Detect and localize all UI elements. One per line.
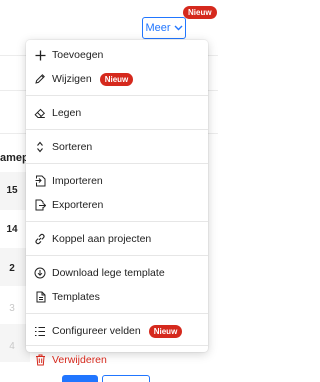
menu-item-label: Toevoegen [52,49,104,61]
menu-item-label: Importeren [52,175,103,187]
trash-icon [34,354,46,366]
more-dropdown-menu: Toevoegen Wijzigen Nieuw Legen Sorteren … [26,40,208,366]
import-icon [34,175,46,187]
menu-item-label: Verwijderen [52,354,107,366]
menu-item-download-lege-template[interactable]: Download lege template [26,263,208,283]
menu-divider [26,313,208,314]
link-icon [34,233,46,245]
menu-item-label: Download lege template [52,267,165,279]
export-icon [34,199,46,211]
menu-divider [26,345,208,346]
menu-item-exporteren[interactable]: Exporteren [26,195,208,215]
menu-item-label: Wijzigen [52,73,92,85]
menu-item-label: Sorteren [52,141,93,153]
menu-divider [26,163,208,164]
meer-label: Meer [145,22,171,34]
menu-item-configureer-velden[interactable]: Configureer velden Nieuw [26,321,208,341]
menu-item-wijzigen[interactable]: Wijzigen Nieuw [26,69,208,89]
new-badge: Nieuw [99,72,134,86]
new-badge: Nieuw [148,324,183,338]
menu-item-templates[interactable]: Templates [26,287,208,307]
chevron-down-icon [174,25,183,31]
plus-icon [34,49,46,61]
list-config-icon [34,325,46,337]
menu-divider [26,255,208,256]
table-cell: 14 [6,224,18,235]
menu-item-label: Configureer velden [52,325,141,337]
pencil-icon [34,73,46,85]
menu-item-importeren[interactable]: Importeren [26,171,208,191]
menu-item-legen[interactable]: Legen [26,103,208,123]
menu-item-label: Legen [52,107,82,119]
menu-item-verwijderen[interactable]: Verwijderen [26,350,208,370]
menu-divider [26,95,208,96]
menu-item-label: Exporteren [52,199,104,211]
menu-item-toevoegen[interactable]: Toevoegen [26,45,208,65]
primary-action-button[interactable] [62,375,98,382]
secondary-action-button[interactable] [102,375,150,382]
table-cell: 2 [9,263,15,274]
table-cell: 3 [9,303,15,314]
menu-divider [26,129,208,130]
menu-item-koppel-aan-projecten[interactable]: Koppel aan projecten [26,229,208,249]
new-badge: Nieuw [183,6,217,19]
download-icon [34,267,46,279]
template-icon [34,291,46,303]
meer-button[interactable]: Meer [142,17,186,39]
menu-item-sorteren[interactable]: Sorteren [26,137,208,157]
menu-item-label: Templates [52,291,100,303]
menu-item-label: Koppel aan projecten [52,233,152,245]
menu-divider [26,221,208,222]
sort-icon [34,141,46,153]
table-cell: 4 [9,341,15,352]
eraser-icon [34,107,46,119]
table-cell: 15 [6,185,18,196]
